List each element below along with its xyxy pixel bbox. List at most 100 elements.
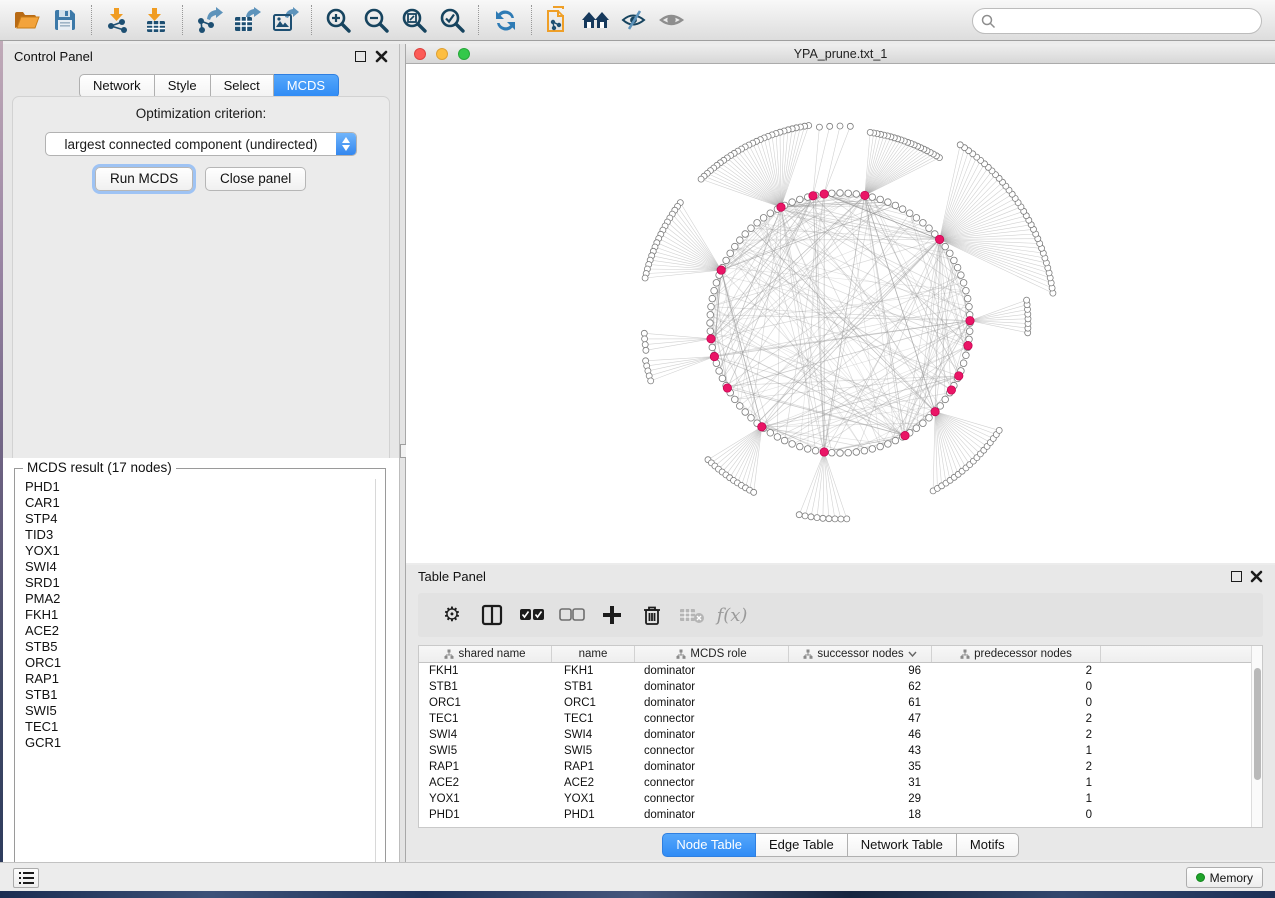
table-cell: dominator <box>635 663 789 679</box>
tab-network[interactable]: Network <box>79 74 155 98</box>
task-history-button[interactable] <box>13 868 39 888</box>
table-row[interactable]: SWI4SWI4dominator462 <box>419 727 1262 743</box>
network-canvas[interactable] <box>406 64 1275 563</box>
mcds-result-list[interactable]: PHD1CAR1STP4TID3YOX1SWI4SRD1PMA2FKH1ACE2… <box>17 479 372 879</box>
zoom-out-icon[interactable] <box>357 4 395 36</box>
mcds-result-item[interactable]: ACE2 <box>17 623 372 639</box>
close-panel-button[interactable]: Close panel <box>205 167 306 191</box>
network-graph[interactable] <box>406 64 1275 563</box>
mcds-result-item[interactable]: TEC1 <box>17 719 372 735</box>
add-column-icon[interactable] <box>592 600 632 630</box>
network-view-window: YPA_prune.txt_1 <box>406 44 1275 563</box>
mcds-result-item[interactable]: SWI5 <box>17 703 372 719</box>
show-columns-icon[interactable] <box>472 600 512 630</box>
run-mcds-button[interactable]: Run MCDS <box>95 167 193 191</box>
houses-icon[interactable] <box>577 4 615 36</box>
mcds-result-item[interactable]: PHD1 <box>17 479 372 495</box>
mcds-result-item[interactable]: TID3 <box>17 527 372 543</box>
mcds-result-item[interactable]: STP4 <box>17 511 372 527</box>
table-scrollbar[interactable] <box>1251 646 1262 827</box>
mcds-result-item[interactable]: YOX1 <box>17 543 372 559</box>
mcds-result-item[interactable]: PMA2 <box>17 591 372 607</box>
table-row[interactable]: ACE2ACE2connector311 <box>419 775 1262 791</box>
mcds-result-item[interactable]: GCR1 <box>17 735 372 751</box>
mcds-result-item[interactable]: STB1 <box>17 687 372 703</box>
table-toolbar: ⚙ f(x) <box>418 593 1263 637</box>
column-header-mcds-role[interactable]: MCDS role <box>635 646 789 662</box>
mcds-result-item[interactable]: STB5 <box>17 639 372 655</box>
mcds-result-item[interactable]: SWI4 <box>17 559 372 575</box>
search-icon <box>981 14 996 29</box>
table-cell: 18 <box>789 807 932 823</box>
save-icon[interactable] <box>46 4 84 36</box>
table-row[interactable]: STB1STB1dominator620 <box>419 679 1262 695</box>
mcds-result-item[interactable]: ORC1 <box>17 655 372 671</box>
control-panel-tab-bar: Network Style Select MCDS <box>79 74 339 98</box>
table-cell: 1 <box>932 743 1101 759</box>
clone-network-icon[interactable] <box>539 4 577 36</box>
delete-column-icon[interactable] <box>632 600 672 630</box>
hide-eye-icon[interactable] <box>615 4 653 36</box>
deselect-all-icon[interactable] <box>552 600 592 630</box>
zoom-selected-icon[interactable] <box>433 4 471 36</box>
mcds-result-group-title: MCDS result (17 nodes) <box>23 460 176 475</box>
zoom-in-icon[interactable] <box>319 4 357 36</box>
toolbar-separator <box>91 5 92 35</box>
float-table-panel-icon[interactable] <box>1231 571 1242 582</box>
network-window-titlebar[interactable]: YPA_prune.txt_1 <box>406 44 1275 64</box>
search-box[interactable] <box>972 8 1262 34</box>
table-row[interactable]: ORC1ORC1dominator610 <box>419 695 1262 711</box>
table-cell: YOX1 <box>552 791 635 807</box>
table-settings-gear-icon[interactable]: ⚙ <box>432 600 472 630</box>
vertical-splitter[interactable] <box>399 44 406 862</box>
mcds-result-item[interactable]: RAP1 <box>17 671 372 687</box>
optimization-criterion-dropdown[interactable]: largest connected component (undirected) <box>45 132 357 156</box>
tab-network-table[interactable]: Network Table <box>848 833 957 857</box>
open-folder-icon[interactable] <box>8 4 46 36</box>
tab-edge-table[interactable]: Edge Table <box>756 833 848 857</box>
mcds-result-item[interactable]: FKH1 <box>17 607 372 623</box>
table-cell: dominator <box>635 695 789 711</box>
export-table-icon[interactable] <box>228 4 266 36</box>
export-network-icon[interactable] <box>190 4 228 36</box>
search-input[interactable] <box>996 14 1261 29</box>
import-network-icon[interactable] <box>99 4 137 36</box>
refresh-layout-icon[interactable] <box>486 4 524 36</box>
tab-style[interactable]: Style <box>155 74 211 98</box>
column-header-shared-name[interactable]: shared name <box>419 646 552 662</box>
close-panel-icon[interactable] <box>375 50 388 63</box>
node-table-rows: FKH1FKH1dominator962STB1STB1dominator620… <box>419 663 1262 823</box>
table-scrollbar-thumb[interactable] <box>1254 668 1261 780</box>
table-cell: 0 <box>932 807 1101 823</box>
show-eye-icon[interactable] <box>653 4 691 36</box>
tab-select[interactable]: Select <box>211 74 274 98</box>
column-header-successor-nodes[interactable]: successor nodes <box>789 646 932 662</box>
desktop-wallpaper-bottom <box>0 891 1275 898</box>
close-table-panel-icon[interactable] <box>1250 570 1263 583</box>
float-panel-icon[interactable] <box>355 51 366 62</box>
table-row[interactable]: SWI5SWI5connector431 <box>419 743 1262 759</box>
column-header-predecessor-nodes[interactable]: predecessor nodes <box>932 646 1101 662</box>
table-row[interactable]: PHD1PHD1dominator180 <box>419 807 1262 823</box>
export-image-icon[interactable] <box>266 4 304 36</box>
memory-button[interactable]: Memory <box>1186 867 1263 888</box>
table-cell: ORC1 <box>552 695 635 711</box>
table-cell: PHD1 <box>419 807 552 823</box>
mcds-result-groupbox: MCDS result (17 nodes) PHD1CAR1STP4TID3Y… <box>14 468 386 882</box>
table-row[interactable]: RAP1RAP1dominator352 <box>419 759 1262 775</box>
table-row[interactable]: TEC1TEC1connector472 <box>419 711 1262 727</box>
mcds-list-scrollbar[interactable] <box>375 479 376 878</box>
select-all-icon[interactable] <box>512 600 552 630</box>
table-row[interactable]: YOX1YOX1connector291 <box>419 791 1262 807</box>
import-table-icon[interactable] <box>137 4 175 36</box>
mcds-result-item[interactable]: CAR1 <box>17 495 372 511</box>
zoom-fit-icon[interactable] <box>395 4 433 36</box>
tab-node-table[interactable]: Node Table <box>662 833 756 857</box>
mcds-result-item[interactable]: SRD1 <box>17 575 372 591</box>
sort-descending-icon <box>908 651 917 657</box>
table-cell: TEC1 <box>419 711 552 727</box>
tab-mcds[interactable]: MCDS <box>274 74 339 98</box>
column-header-name[interactable]: name <box>552 646 635 662</box>
table-row[interactable]: FKH1FKH1dominator962 <box>419 663 1262 679</box>
tab-motifs[interactable]: Motifs <box>957 833 1019 857</box>
